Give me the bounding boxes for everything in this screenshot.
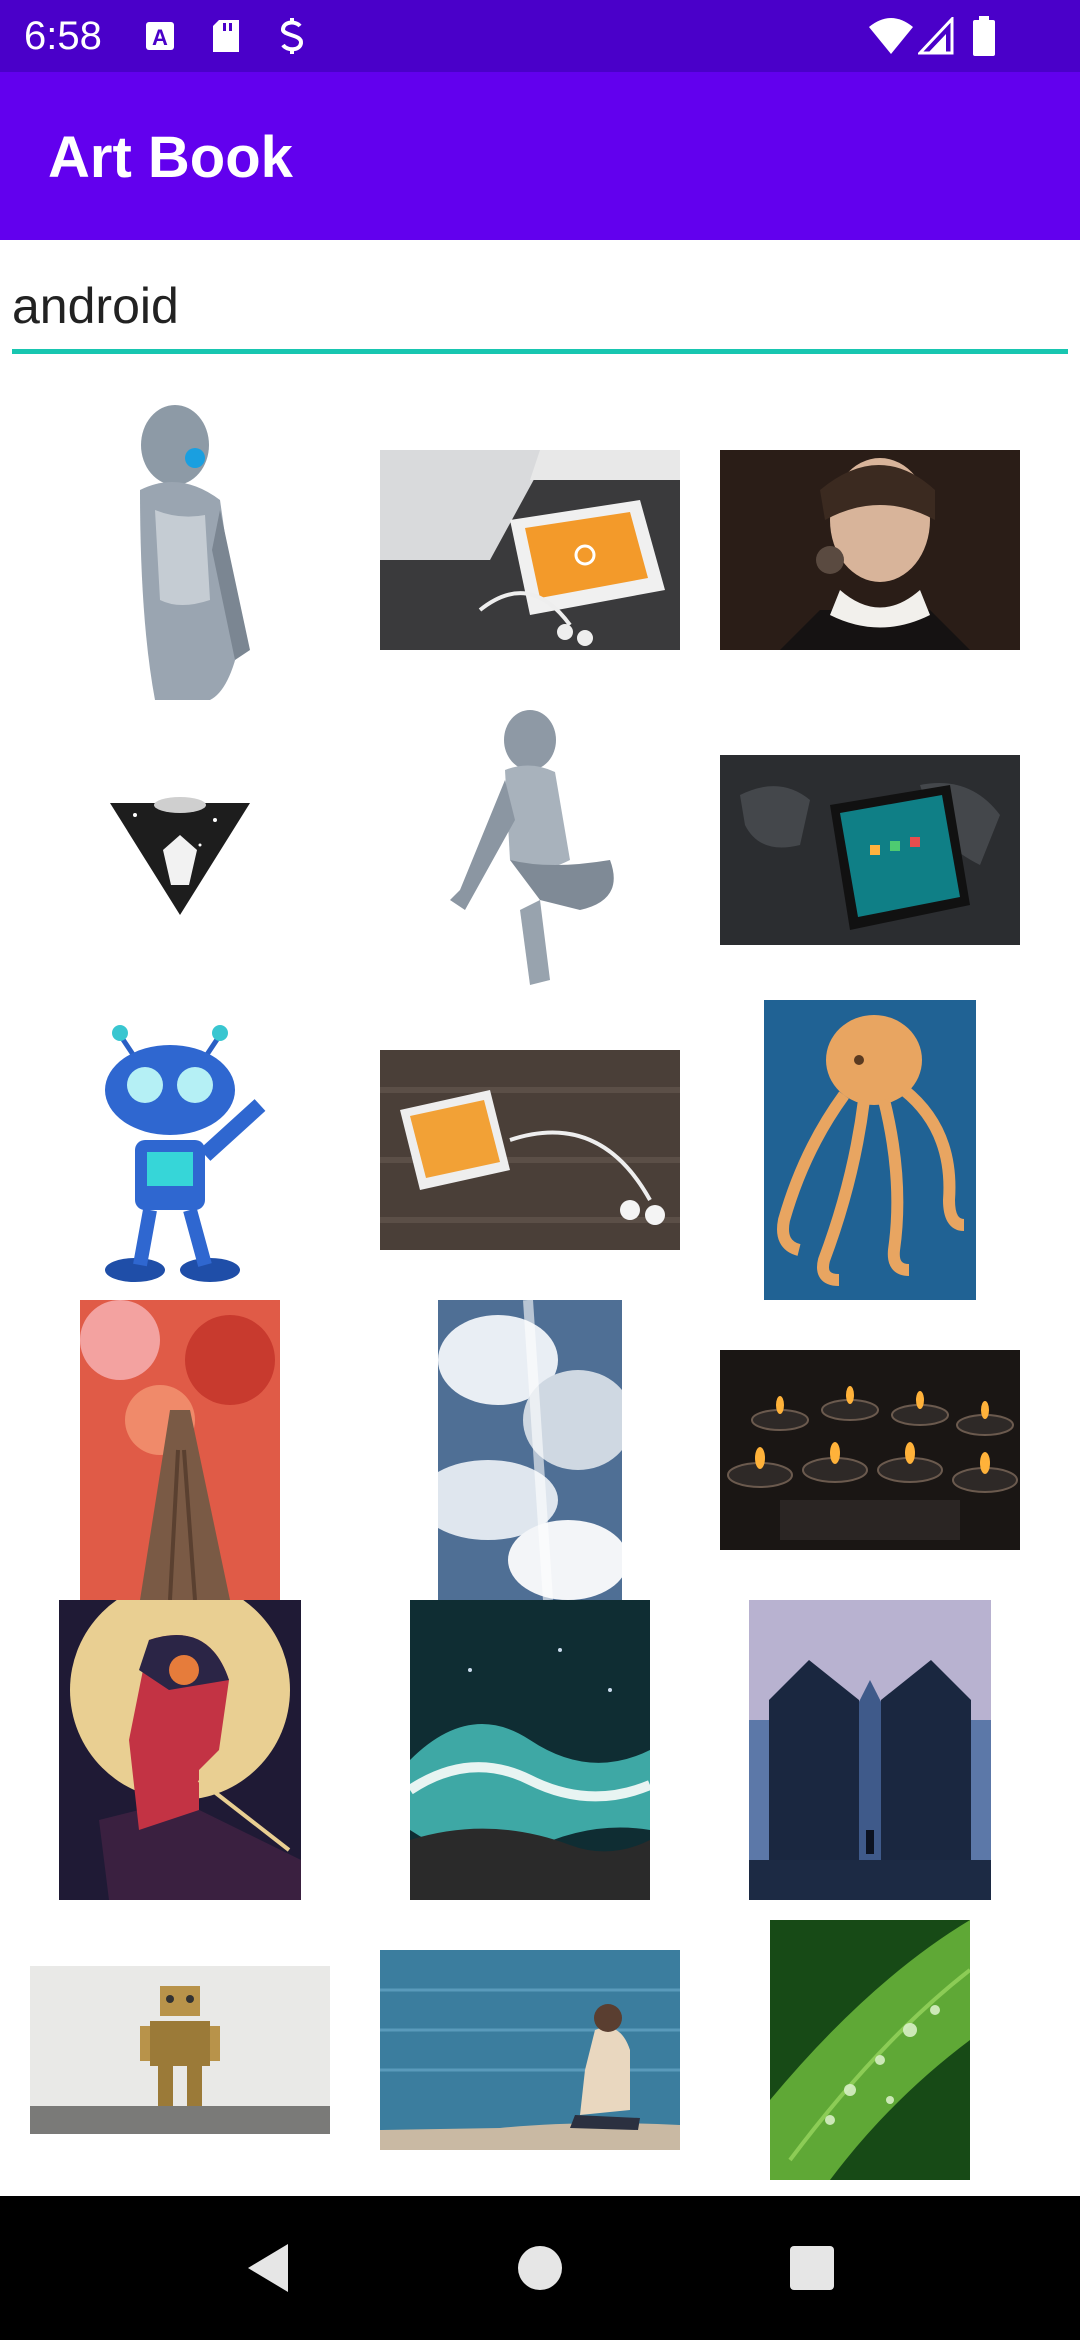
app-bar: Art Book	[0, 72, 1080, 240]
bali-gate-mountain-image	[749, 1600, 991, 1900]
grid-item[interactable]	[700, 700, 1040, 1000]
robot-profile-poster-image	[59, 1600, 301, 1900]
grid-item[interactable]	[10, 700, 350, 1000]
status-bar: 6:58 A	[0, 0, 1080, 72]
battery-icon	[964, 14, 1004, 58]
grid-item[interactable]	[700, 1600, 1040, 1900]
navigation-bar	[0, 2196, 1080, 2340]
tea-candles-image	[720, 1350, 1020, 1550]
cloudy-sky-image	[438, 1300, 622, 1600]
octopus-illustration-image	[764, 1000, 976, 1300]
svg-text:A: A	[152, 25, 168, 50]
grid-item[interactable]	[700, 1300, 1040, 1600]
search-field-container	[12, 262, 1068, 354]
grid-item[interactable]	[700, 1000, 1040, 1300]
grid-item[interactable]	[700, 400, 1040, 700]
blue-cartoon-alien-robot-image	[60, 1015, 300, 1285]
toy-robot-image	[30, 1966, 330, 2134]
grid-item[interactable]	[360, 1000, 700, 1300]
humanoid-robot-image	[100, 400, 260, 700]
grid-item[interactable]	[360, 700, 700, 1000]
triangle-ufo-art-image	[105, 775, 255, 925]
recents-icon[interactable]	[782, 2238, 842, 2298]
wifi-icon	[866, 14, 916, 58]
status-time: 6:58	[24, 14, 102, 58]
grid-item[interactable]	[10, 400, 350, 700]
phone-keyboard-earbuds-image	[380, 450, 680, 650]
search-underline	[12, 349, 1068, 354]
grid-item[interactable]	[360, 1300, 700, 1600]
grid-item[interactable]	[360, 400, 700, 700]
app-title: Art Book	[48, 125, 293, 190]
back-icon[interactable]	[238, 2238, 298, 2298]
red-autumn-tree-image	[80, 1300, 280, 1600]
font-a-icon: A	[140, 14, 180, 58]
grid-item[interactable]	[10, 1900, 350, 2200]
grid-item[interactable]	[10, 1300, 350, 1600]
smartphone-world-map-image	[720, 755, 1020, 945]
grid-item[interactable]	[360, 1900, 700, 2200]
grid-item[interactable]	[360, 1600, 700, 1900]
leaf-water-drops-image	[770, 1920, 970, 2180]
signal-icon	[916, 14, 956, 58]
grid-item[interactable]	[10, 1600, 350, 1900]
ocean-waves-aerial-image	[410, 1600, 650, 1900]
sync-s-icon	[272, 14, 312, 58]
search-input[interactable]	[12, 262, 1068, 350]
home-icon[interactable]	[510, 2238, 570, 2298]
grid-item[interactable]	[700, 1900, 1040, 2200]
image-grid	[0, 400, 1080, 2200]
crouching-robot-woman-image	[420, 710, 640, 990]
phone-earphones-table-image	[380, 1050, 680, 1250]
grid-item[interactable]	[10, 1000, 350, 1300]
man-sitting-by-sea-image	[380, 1950, 680, 2150]
sd-card-icon	[206, 14, 246, 58]
cyborg-woman-image	[720, 450, 1020, 650]
